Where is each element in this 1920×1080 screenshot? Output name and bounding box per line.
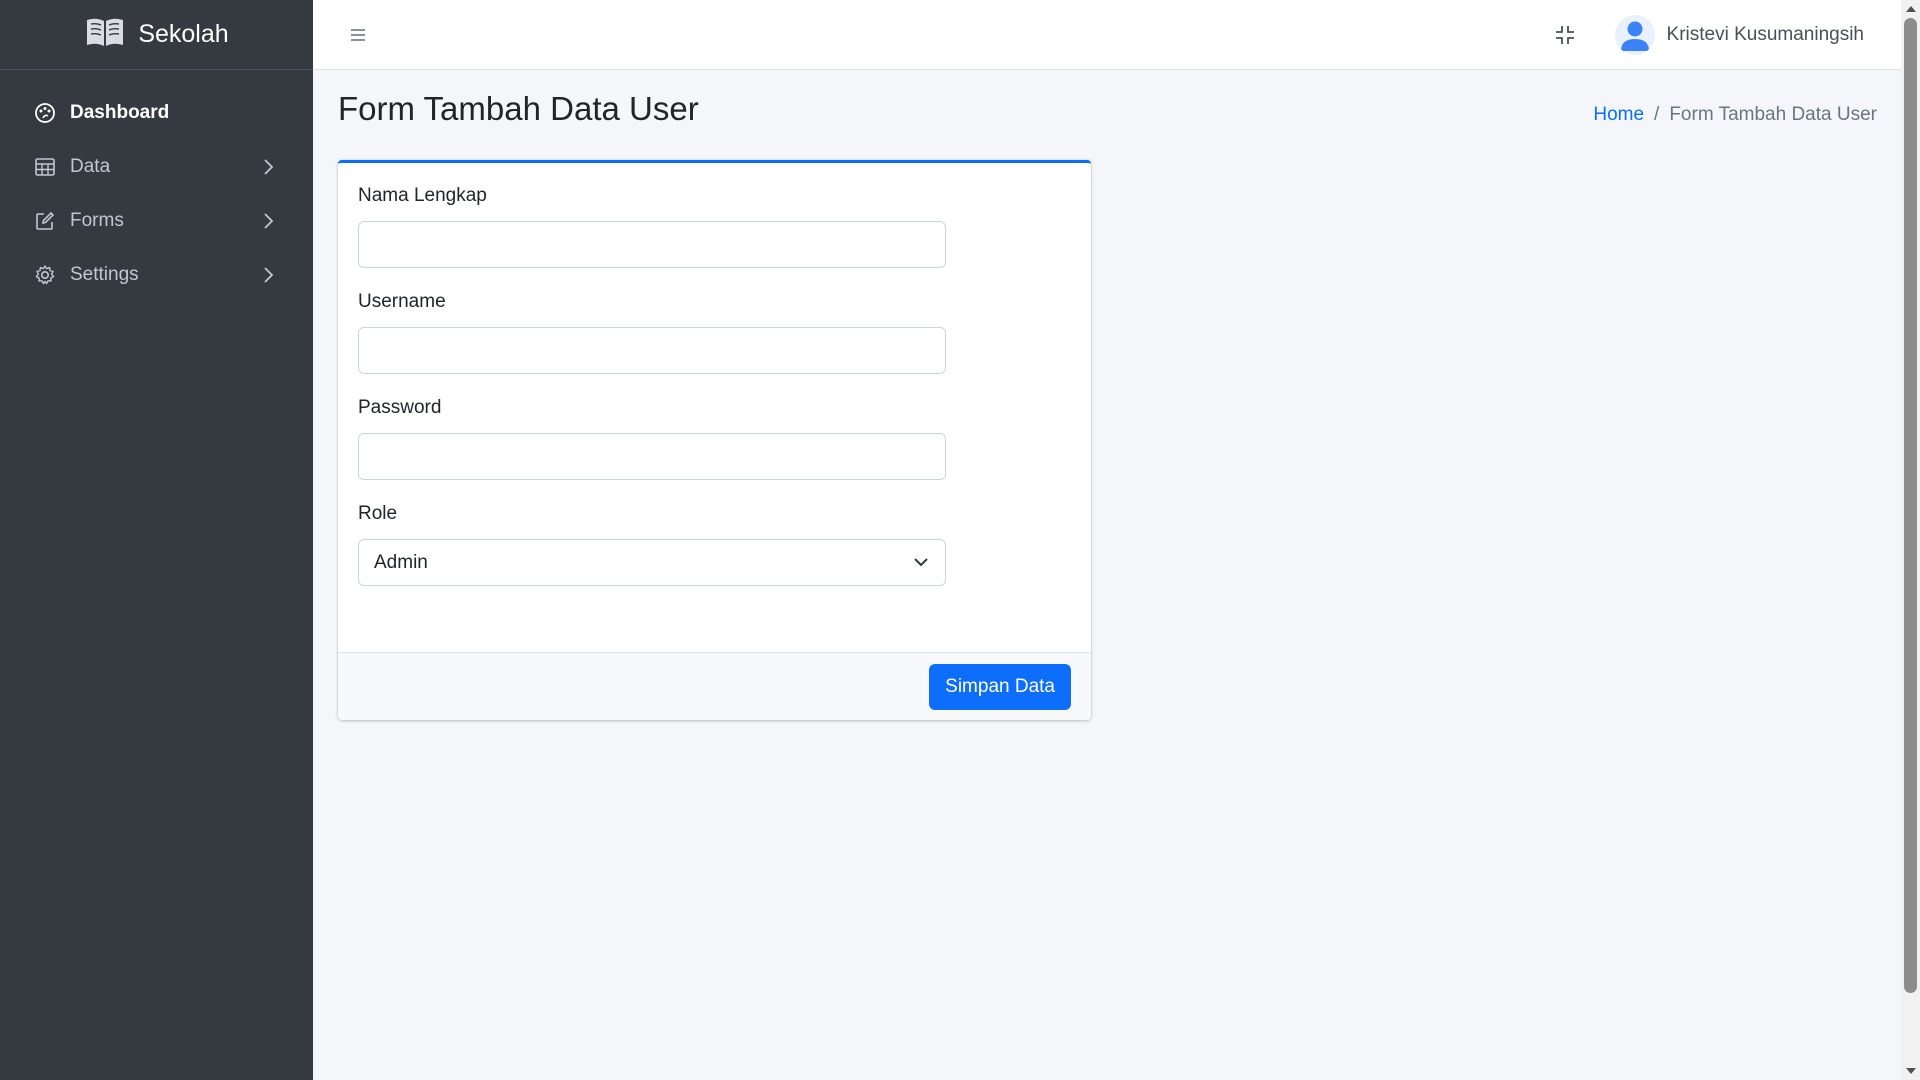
page-title: Form Tambah Data User (338, 90, 699, 127)
sidebar-item-data[interactable]: Data (0, 140, 313, 194)
form-group-username: Username (358, 291, 1071, 374)
password-label: Password (358, 397, 442, 418)
chevron-right-icon (261, 266, 275, 284)
pencil-square-icon (34, 210, 56, 232)
user-avatar-icon (1614, 14, 1655, 55)
hamburger-icon[interactable] (349, 26, 367, 44)
app-root: Sekolah Dashboard Data Forms Settings Kr… (0, 0, 1920, 1080)
role-label: Role (358, 503, 398, 524)
breadcrumb-current: Form Tambah Data User (1669, 104, 1877, 125)
sidebar-nav: Dashboard Data Forms Settings (0, 70, 313, 302)
form-group-password: Password (358, 397, 1071, 480)
nama-lengkap-label: Nama Lengkap (358, 185, 487, 206)
breadcrumb-home-link[interactable]: Home (1593, 104, 1644, 126)
chevron-right-icon (261, 212, 275, 230)
password-input[interactable] (358, 433, 946, 480)
form-body: Nama Lengkap Username Password Role Admi… (338, 163, 1091, 653)
username-label: Username (358, 291, 446, 312)
brand-name: Sekolah (138, 20, 229, 48)
sidebar-item-forms[interactable]: Forms (0, 194, 313, 248)
book-open-icon (84, 15, 126, 54)
nama-lengkap-input[interactable] (358, 221, 946, 268)
table-icon (34, 156, 56, 178)
form-group-role: Role Admin (358, 503, 1071, 586)
username-input[interactable] (358, 327, 946, 374)
form-footer: Simpan Data (338, 652, 1091, 720)
simpan-data-button[interactable]: Simpan Data (929, 663, 1071, 710)
chevron-right-icon (261, 158, 275, 176)
sidebar-item-label: Dashboard (70, 102, 170, 123)
scroll-thumb[interactable] (1904, 18, 1917, 993)
user-name: Kristevi Kusumaningsih (1666, 23, 1864, 45)
breadcrumb: Home / Form Tambah Data User (1593, 104, 1877, 126)
palette-icon (34, 102, 56, 124)
top-navbar: Kristevi Kusumaningsih (313, 0, 1901, 70)
sidebar: Sekolah Dashboard Data Forms Settings (0, 0, 313, 1080)
main-content: Form Tambah Data User Home / Form Tambah… (313, 70, 1901, 1080)
add-user-form-card: Nama Lengkap Username Password Role Admi… (338, 160, 1091, 720)
role-select-wrapper: Admin (358, 539, 946, 586)
fullscreen-exit-icon[interactable] (1553, 23, 1577, 47)
content-header: Form Tambah Data User Home / Form Tambah… (313, 70, 1901, 160)
sidebar-item-label: Forms (70, 210, 124, 231)
form-group-nama-lengkap: Nama Lengkap (358, 185, 1071, 268)
vertical-scrollbar[interactable] (1901, 0, 1920, 1080)
sidebar-item-dashboard[interactable]: Dashboard (0, 86, 313, 140)
sidebar-item-label: Settings (70, 264, 139, 285)
role-select[interactable]: Admin (358, 539, 946, 586)
brand[interactable]: Sekolah (0, 0, 313, 70)
sidebar-item-settings[interactable]: Settings (0, 248, 313, 302)
gear-icon (34, 264, 56, 286)
scroll-up-arrow-icon[interactable] (1906, 6, 1916, 12)
scroll-down-arrow-icon[interactable] (1906, 1068, 1916, 1074)
breadcrumb-separator: / (1654, 104, 1660, 125)
sidebar-item-label: Data (70, 156, 111, 177)
user-menu[interactable]: Kristevi Kusumaningsih (1614, 14, 1864, 55)
